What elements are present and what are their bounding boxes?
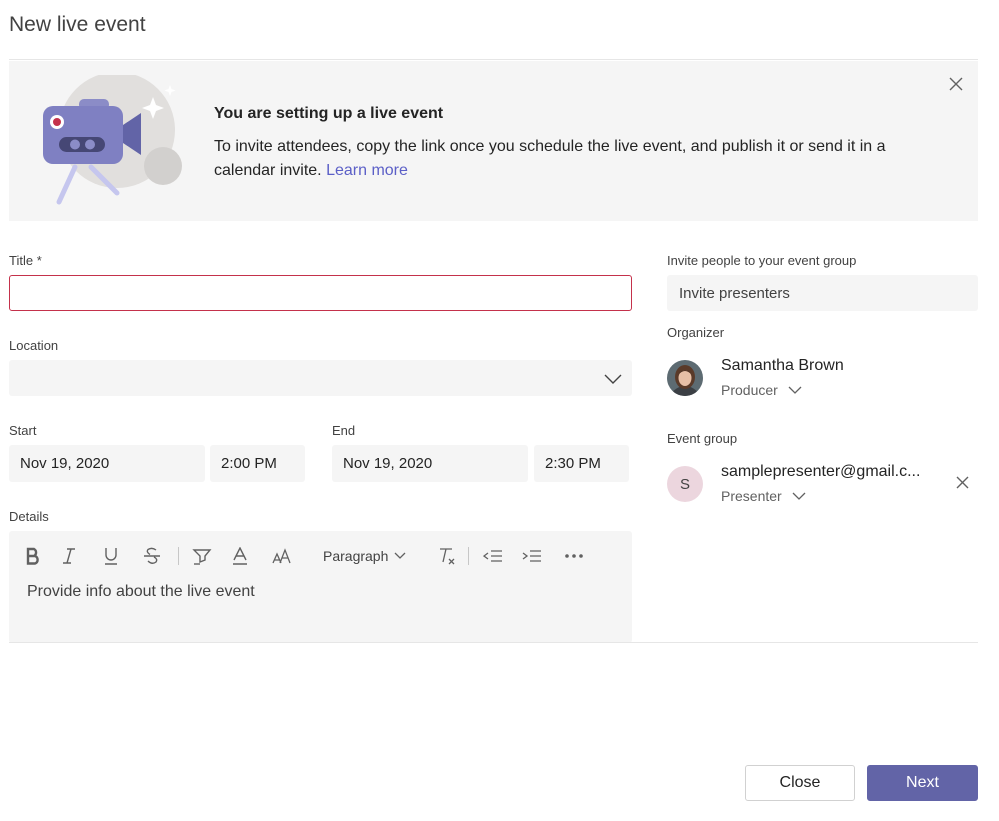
event-group-label: Event group xyxy=(667,431,738,446)
avatar: S xyxy=(667,466,703,502)
title-input[interactable] xyxy=(9,275,632,311)
clear-formatting-icon[interactable] xyxy=(432,541,462,571)
toolbar-divider xyxy=(178,547,179,565)
increase-indent-icon[interactable] xyxy=(511,541,553,571)
member-role: Presenter xyxy=(721,488,782,504)
banner-body: To invite attendees, copy the link once … xyxy=(214,138,886,179)
camera-illustration-icon xyxy=(35,72,185,207)
close-icon xyxy=(949,77,963,91)
paragraph-label: Paragraph xyxy=(323,548,389,564)
font-color-icon[interactable] xyxy=(219,541,261,571)
location-select[interactable] xyxy=(9,360,632,396)
member-email: samplepresenter@gmail.c... xyxy=(721,463,921,480)
info-banner: You are setting up a live event To invit… xyxy=(9,61,978,221)
organizer-role: Producer xyxy=(721,382,778,398)
chevron-down-icon xyxy=(394,552,406,559)
banner-heading: You are setting up a live event xyxy=(214,105,444,122)
event-group-member: S samplepresenter@gmail.c... Presenter xyxy=(667,463,978,514)
end-label: End xyxy=(332,423,356,438)
location-label: Location xyxy=(9,338,59,353)
formatting-toolbar: Paragraph xyxy=(18,541,595,571)
highlight-icon[interactable] xyxy=(185,541,219,571)
remove-member-button[interactable] xyxy=(954,474,970,490)
end-date-picker[interactable]: Nov 19, 2020 xyxy=(332,445,528,482)
next-button[interactable]: Next xyxy=(867,765,978,801)
invite-presenters-input[interactable] xyxy=(667,275,978,311)
banner-close-button[interactable] xyxy=(945,73,967,95)
chevron-down-icon xyxy=(603,372,623,386)
organizer-label: Organizer xyxy=(667,325,725,340)
organizer-entry: Samantha Brown Producer xyxy=(667,357,978,408)
organizer-role-select[interactable]: Producer xyxy=(721,382,802,398)
end-time-picker[interactable]: 2:30 PM xyxy=(534,445,629,482)
italic-icon[interactable] xyxy=(48,541,90,571)
details-editor[interactable]: Paragraph Provide info about the live ev… xyxy=(9,531,632,643)
organizer-name: Samantha Brown xyxy=(721,357,844,374)
paragraph-style-select[interactable]: Paragraph xyxy=(323,548,406,564)
chevron-down-icon xyxy=(788,386,802,394)
details-placeholder: Provide info about the live event xyxy=(27,583,255,600)
title-label: Title * xyxy=(9,253,42,268)
details-label: Details xyxy=(9,509,49,524)
member-role-select[interactable]: Presenter xyxy=(721,488,806,504)
start-label: Start xyxy=(9,423,37,438)
strikethrough-icon[interactable] xyxy=(132,541,172,571)
close-button[interactable]: Close xyxy=(745,765,855,801)
bold-icon[interactable] xyxy=(18,541,48,571)
start-date-picker[interactable]: Nov 19, 2020 xyxy=(9,445,205,482)
page-title: New live event xyxy=(9,13,146,36)
banner-text: To invite attendees, copy the link once … xyxy=(214,135,914,183)
start-time-picker[interactable]: 2:00 PM xyxy=(210,445,305,482)
learn-more-link[interactable]: Learn more xyxy=(326,162,408,179)
underline-icon[interactable] xyxy=(90,541,132,571)
avatar xyxy=(667,360,703,396)
chevron-down-icon xyxy=(792,492,806,500)
more-options-icon[interactable] xyxy=(553,541,595,571)
decrease-indent-icon[interactable] xyxy=(475,541,511,571)
invite-label: Invite people to your event group xyxy=(667,253,857,268)
toolbar-divider xyxy=(468,547,470,565)
font-size-icon[interactable] xyxy=(261,541,303,571)
close-icon xyxy=(956,476,968,488)
form-divider xyxy=(9,642,978,643)
title-divider xyxy=(9,59,978,60)
